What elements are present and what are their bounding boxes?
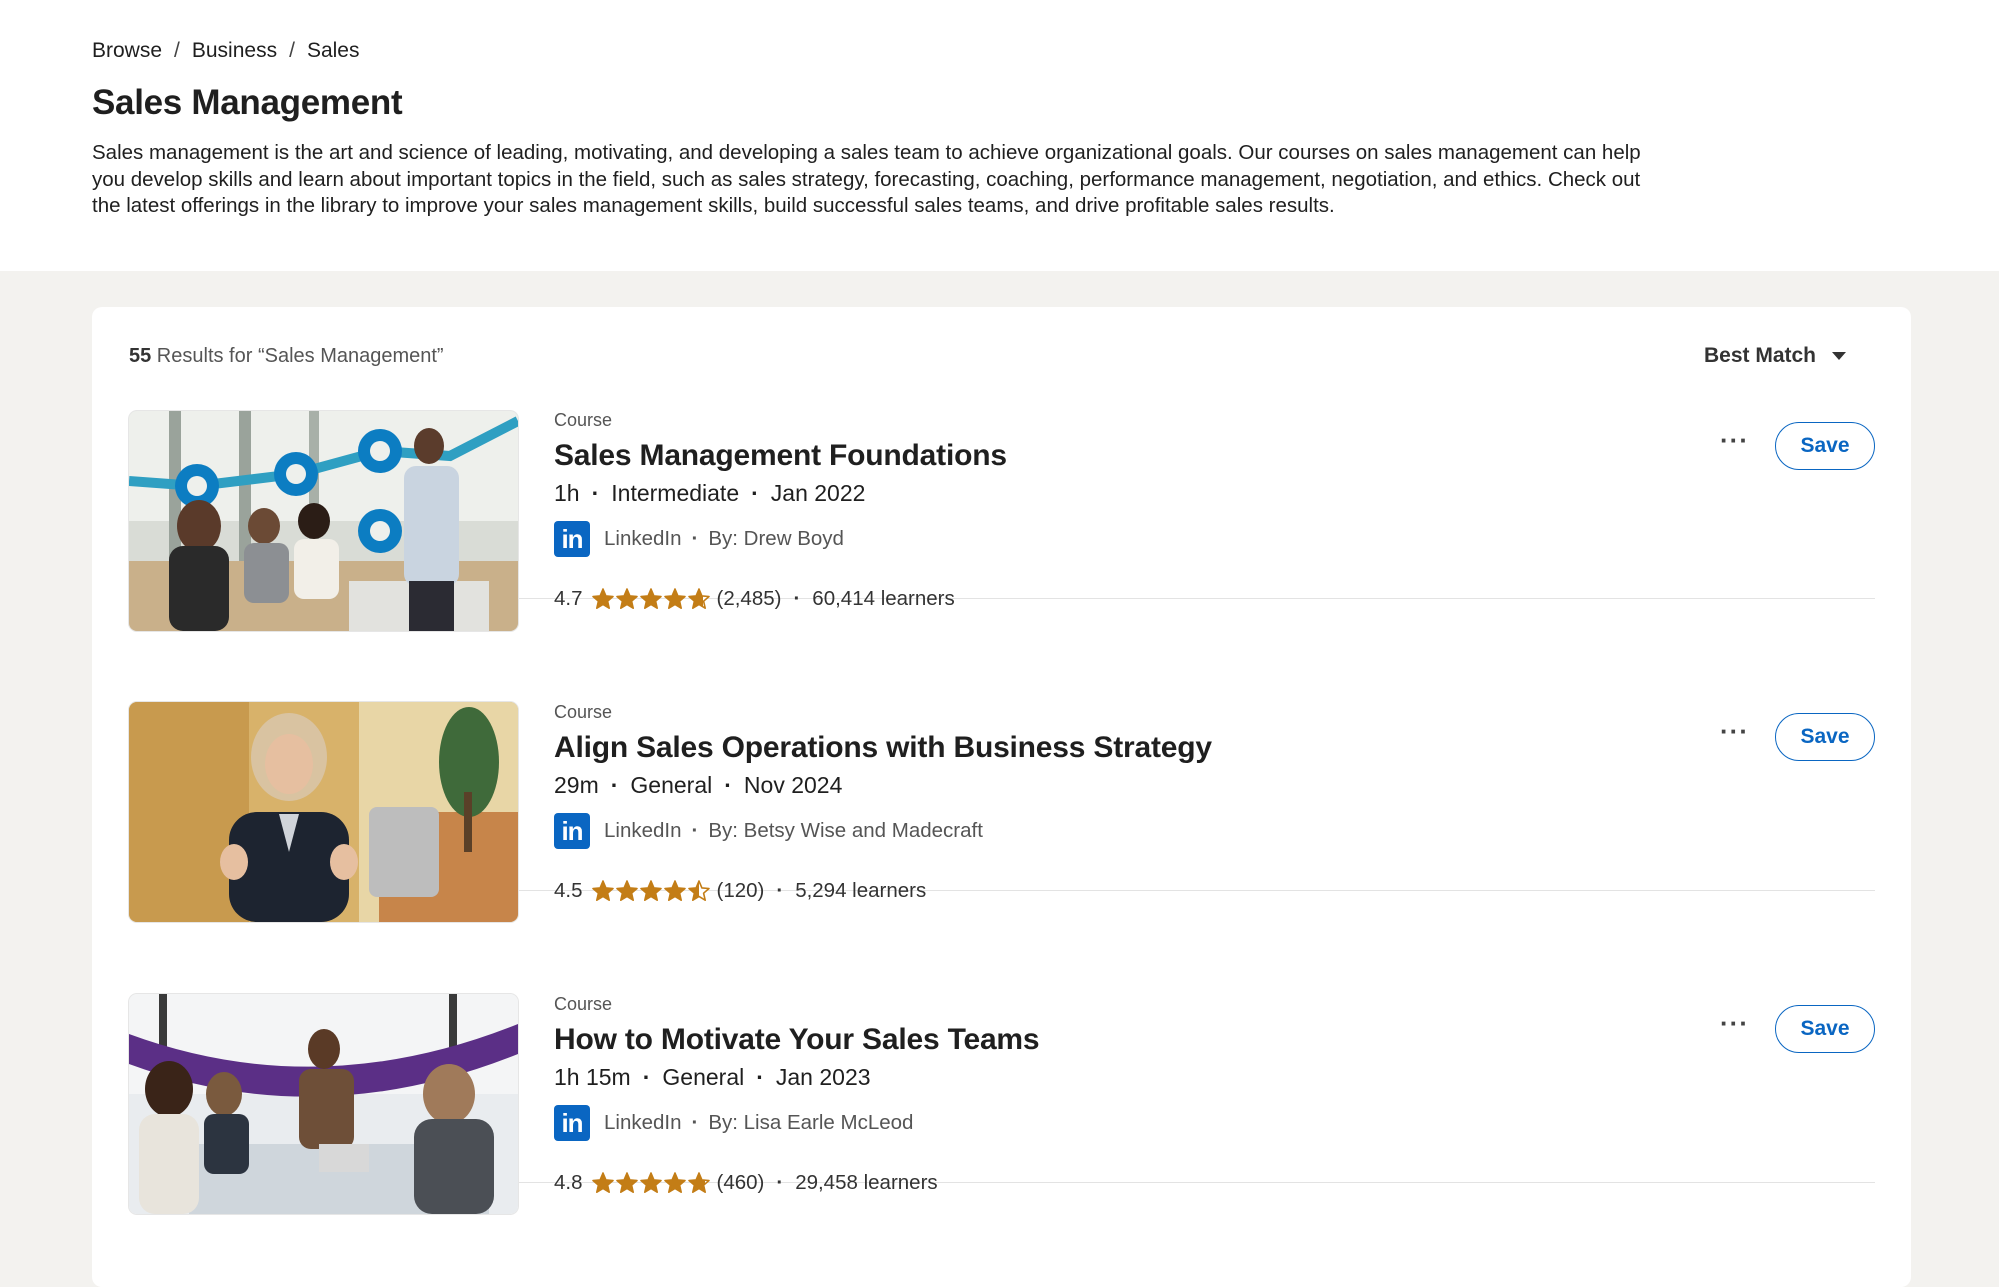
- course-thumbnail[interactable]: [129, 702, 518, 922]
- course-title[interactable]: Align Sales Operations with Business Str…: [554, 730, 1212, 766]
- course-info: Course Align Sales Operations with Busin…: [554, 702, 1212, 903]
- breadcrumb-separator: /: [289, 39, 295, 62]
- breadcrumb-browse[interactable]: Browse: [92, 39, 162, 63]
- course-duration: 1h: [554, 480, 580, 506]
- review-count: (460): [716, 1171, 765, 1194]
- item-actions: ··· Save: [1720, 1005, 1875, 1053]
- page-header: Browse / Business / Sales Sales Manageme…: [0, 0, 1999, 271]
- course-list-item: Course Sales Management Foundations 1h ·…: [129, 307, 1875, 631]
- rating-value: 4.8: [554, 1171, 583, 1194]
- results-panel: 55 Results for “Sales Management” Best M…: [92, 307, 1911, 1287]
- course-list-item: Course Align Sales Operations with Busin…: [129, 599, 1875, 922]
- separator-dot: ·: [691, 1111, 699, 1134]
- course-meta: 1h · Intermediate · Jan 2022: [554, 480, 1007, 507]
- save-button[interactable]: Save: [1775, 713, 1875, 761]
- course-date: Nov 2024: [743, 772, 843, 798]
- provider-name: LinkedIn: [604, 819, 682, 842]
- rating-row: 4.8 (460) · 29,458 learners: [554, 1171, 1039, 1195]
- content-type-label: Course: [554, 702, 613, 722]
- breadcrumb-sales[interactable]: Sales: [307, 39, 360, 63]
- item-actions: ··· Save: [1720, 422, 1875, 470]
- course-date: Jan 2023: [775, 1064, 871, 1090]
- star-icon: [615, 1172, 638, 1193]
- star-rating: [591, 1171, 711, 1195]
- author: By: Betsy Wise and Madecraft: [708, 819, 983, 842]
- course-level: General: [662, 1064, 745, 1090]
- course-level: Intermediate: [611, 480, 740, 506]
- item-actions: ··· Save: [1720, 713, 1875, 761]
- breadcrumb-separator: /: [174, 39, 180, 62]
- course-info: Course How to Motivate Your Sales Teams …: [554, 994, 1040, 1195]
- thumbnail-image-team-meeting: [129, 994, 518, 1214]
- separator-dot: ·: [642, 1064, 651, 1090]
- content-type-label: Course: [554, 410, 613, 430]
- more-options-icon[interactable]: ···: [1720, 427, 1749, 457]
- provider-row: in LinkedIn · By: Lisa Earle McLeod: [554, 1105, 1039, 1141]
- course-list-item: Course How to Motivate Your Sales Teams …: [129, 891, 1875, 1214]
- course-meta: 1h 15m · General · Jan 2023: [554, 1064, 1039, 1091]
- more-options-icon[interactable]: ···: [1720, 718, 1749, 748]
- course-level: General: [630, 772, 713, 798]
- page-title: Sales Management: [92, 83, 403, 122]
- star-icon: [591, 1172, 614, 1193]
- content-type-label: Course: [554, 994, 613, 1014]
- course-meta: 29m · General · Nov 2024: [554, 772, 1212, 799]
- linkedin-logo-icon: in: [554, 521, 590, 557]
- linkedin-logo-icon: in: [554, 1105, 590, 1141]
- course-title[interactable]: How to Motivate Your Sales Teams: [554, 1022, 1040, 1058]
- breadcrumb: Browse / Business / Sales: [92, 38, 1999, 64]
- linkedin-logo-icon: in: [554, 813, 590, 849]
- separator-dot: ·: [776, 1171, 784, 1194]
- star-icon: [663, 1172, 686, 1193]
- provider-name: LinkedIn: [604, 527, 682, 550]
- provider-row: in LinkedIn · By: Betsy Wise and Madecra…: [554, 813, 1212, 849]
- breadcrumb-business[interactable]: Business: [192, 39, 277, 63]
- separator-dot: ·: [724, 772, 732, 798]
- thumbnail-image-meeting-graph: [129, 411, 518, 631]
- provider-name: LinkedIn: [604, 1111, 682, 1134]
- learner-count: 29,458 learners: [795, 1171, 938, 1194]
- save-button[interactable]: Save: [1775, 1005, 1875, 1053]
- save-button[interactable]: Save: [1775, 422, 1875, 470]
- author: By: Drew Boyd: [708, 527, 844, 550]
- author: By: Lisa Earle McLeod: [708, 1111, 914, 1134]
- topic-description: Sales management is the art and science …: [92, 141, 1641, 217]
- course-thumbnail[interactable]: [129, 411, 518, 631]
- course-title[interactable]: Sales Management Foundations: [554, 438, 1007, 474]
- star-icon: [687, 1172, 710, 1193]
- thumbnail-image-presenter: [129, 702, 518, 922]
- separator-dot: ·: [751, 480, 759, 506]
- course-info: Course Sales Management Foundations 1h ·…: [554, 410, 1007, 611]
- course-duration: 29m: [554, 772, 599, 798]
- separator-dot: ·: [591, 480, 600, 506]
- separator-dot: ·: [691, 819, 699, 842]
- course-date: Jan 2022: [770, 480, 866, 506]
- separator-dot: ·: [756, 1064, 764, 1090]
- course-thumbnail[interactable]: [129, 994, 518, 1214]
- provider-row: in LinkedIn · By: Drew Boyd: [554, 521, 1007, 557]
- separator-dot: ·: [610, 772, 619, 798]
- more-options-icon[interactable]: ···: [1720, 1010, 1749, 1040]
- star-icon: [639, 1172, 662, 1193]
- course-duration: 1h 15m: [554, 1064, 631, 1090]
- separator-dot: ·: [691, 527, 699, 550]
